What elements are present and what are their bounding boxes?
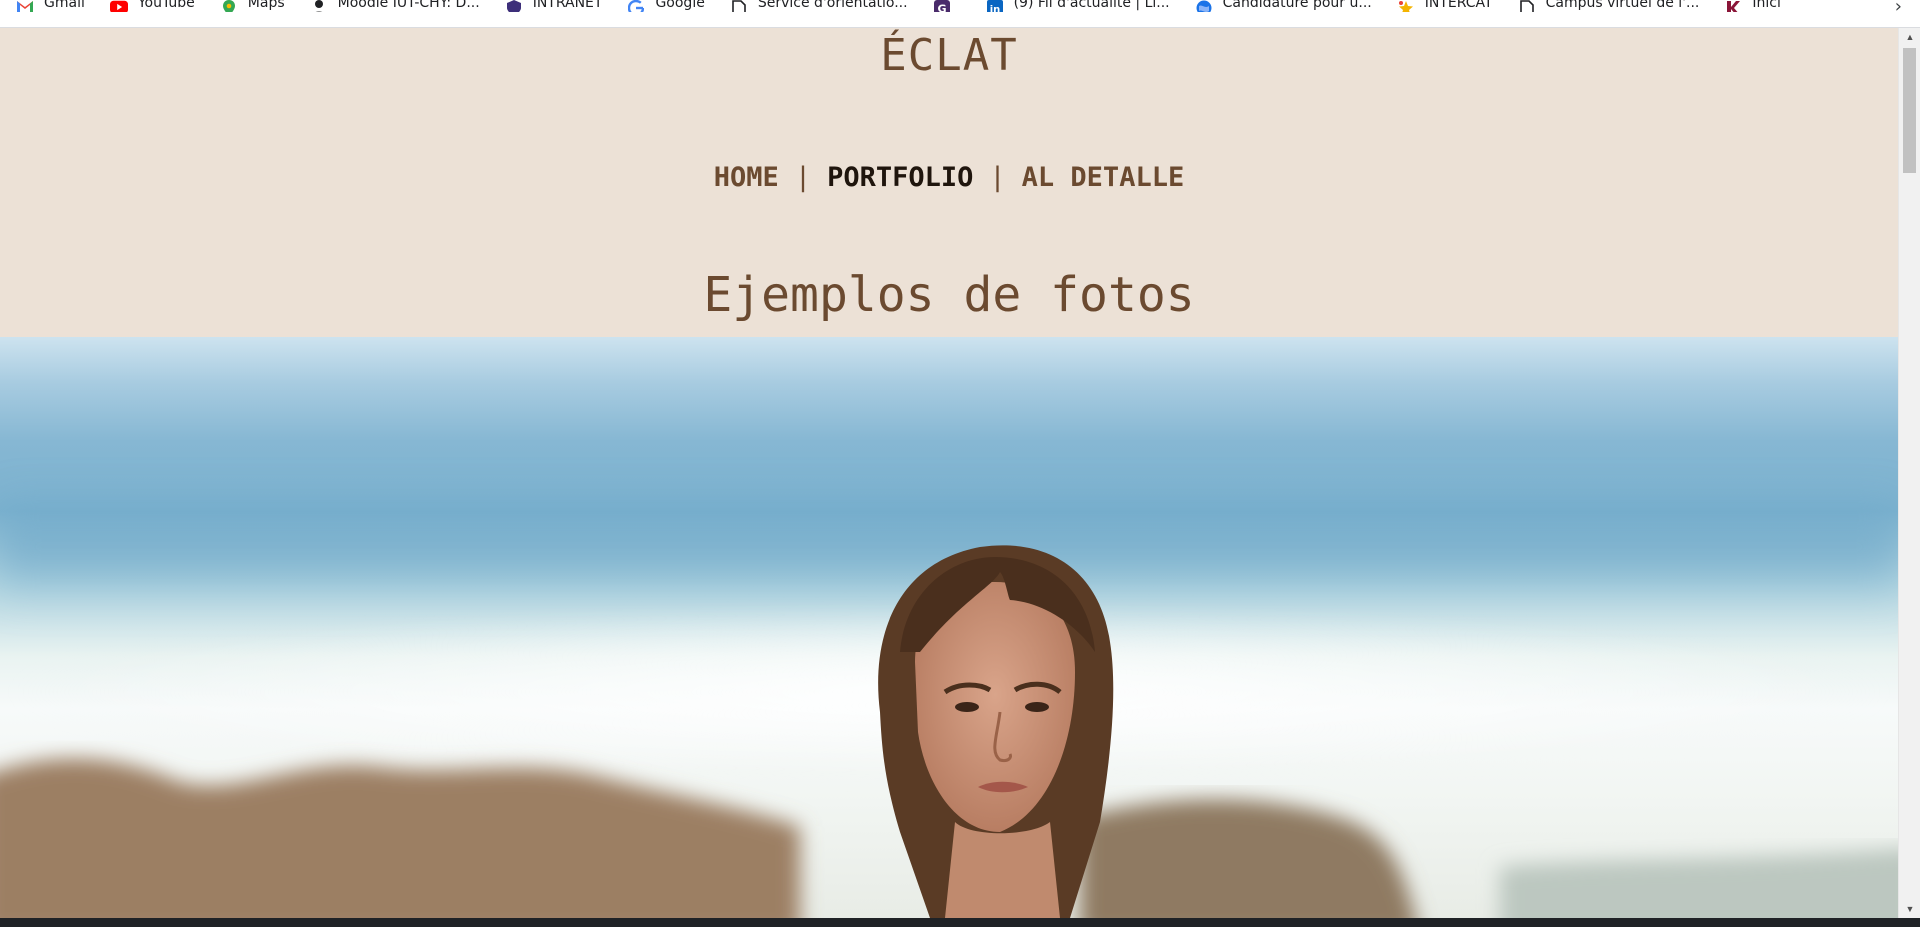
bookmark-label: INTRANET — [532, 0, 603, 11]
nav-link-home[interactable]: HOME — [714, 162, 779, 193]
scroll-up-icon[interactable]: ▲ — [1899, 28, 1920, 46]
bookmark-linkedin[interactable]: in (9) Fil d'actualité | Li... — [968, 0, 1177, 12]
bookmark-youtube[interactable]: YouTube — [92, 0, 202, 12]
bookmark-label: Inici — [1752, 0, 1781, 11]
nav-link-al-detalle[interactable]: AL DETALLE — [1022, 162, 1185, 193]
bookmark-label: Maps — [247, 0, 285, 11]
linkedin-icon: in — [986, 0, 1004, 12]
chevron-right-icon[interactable]: › — [1895, 0, 1902, 17]
scroll-down-icon[interactable]: ▼ — [1899, 900, 1920, 918]
scroll-thumb[interactable] — [1903, 48, 1916, 173]
nav-link-portfolio[interactable]: PORTFOLIO — [827, 162, 973, 193]
maps-icon — [220, 0, 238, 12]
portfolio-photo — [0, 337, 1898, 918]
bookmark-google[interactable]: Google — [609, 0, 711, 12]
site-title: ÉCLAT — [880, 30, 1018, 81]
page-content: ÉCLAT HOME | PORTFOLIO | AL DETALLE Ejem… — [0, 28, 1898, 918]
nav-separator: | — [794, 162, 812, 193]
bookmarks-bar: Gmail YouTube Maps Moodle IUT-CHY: D... … — [0, 0, 1920, 28]
svg-text:in: in — [989, 5, 1000, 13]
bookmark-inici[interactable]: Inici — [1706, 0, 1787, 12]
bookmark-label: Gmail — [44, 0, 85, 11]
person-icon — [310, 0, 328, 12]
youtube-icon — [109, 0, 128, 12]
vertical-scrollbar[interactable]: ▲ ▼ — [1898, 28, 1920, 918]
bookmark-label: Moodle IUT-CHY: D... — [337, 0, 480, 11]
globe-icon — [1195, 0, 1213, 12]
shield-icon — [505, 0, 523, 12]
k-logo-icon — [1724, 0, 1742, 12]
nav-separator: | — [989, 162, 1006, 193]
g-app-icon: G — [933, 0, 951, 12]
bookmark-intranet[interactable]: INTRANET — [487, 0, 610, 12]
bookmark-gmail[interactable]: Gmail — [0, 0, 92, 12]
section-title: Ejemplos de fotos — [703, 267, 1195, 323]
star-icon — [1397, 0, 1415, 12]
bookmark-label: Service d'orientatio... — [757, 0, 908, 11]
gmail-icon — [16, 0, 34, 12]
bookmark-label: INTERCAT — [1424, 0, 1493, 11]
bookmark-g-app[interactable]: G — [915, 0, 968, 12]
bookmark-label: Campus virtuel de l'... — [1545, 0, 1700, 11]
bookmark-intercat[interactable]: INTERCAT — [1379, 0, 1500, 12]
svg-text:G: G — [937, 3, 946, 13]
page-icon — [730, 0, 748, 12]
bookmark-label: Google — [655, 0, 705, 11]
bookmark-candidature[interactable]: Candidature pour u... — [1177, 0, 1379, 12]
bookmark-campus[interactable]: Campus virtuel de l'... — [1500, 0, 1707, 12]
main-nav: HOME | PORTFOLIO | AL DETALLE — [0, 162, 1898, 193]
taskbar — [0, 918, 1920, 927]
page-icon — [1518, 0, 1536, 12]
bookmark-label: (9) Fil d'actualité | Li... — [1013, 0, 1170, 11]
bookmark-orientation[interactable]: Service d'orientatio... — [712, 0, 915, 12]
bookmark-label: Candidature pour u... — [1222, 0, 1372, 11]
bookmark-maps[interactable]: Maps — [202, 0, 292, 12]
bookmark-moodle[interactable]: Moodle IUT-CHY: D... — [292, 0, 487, 12]
photo-person — [878, 545, 1114, 918]
google-icon — [627, 0, 645, 12]
bookmark-label: YouTube — [137, 0, 195, 11]
